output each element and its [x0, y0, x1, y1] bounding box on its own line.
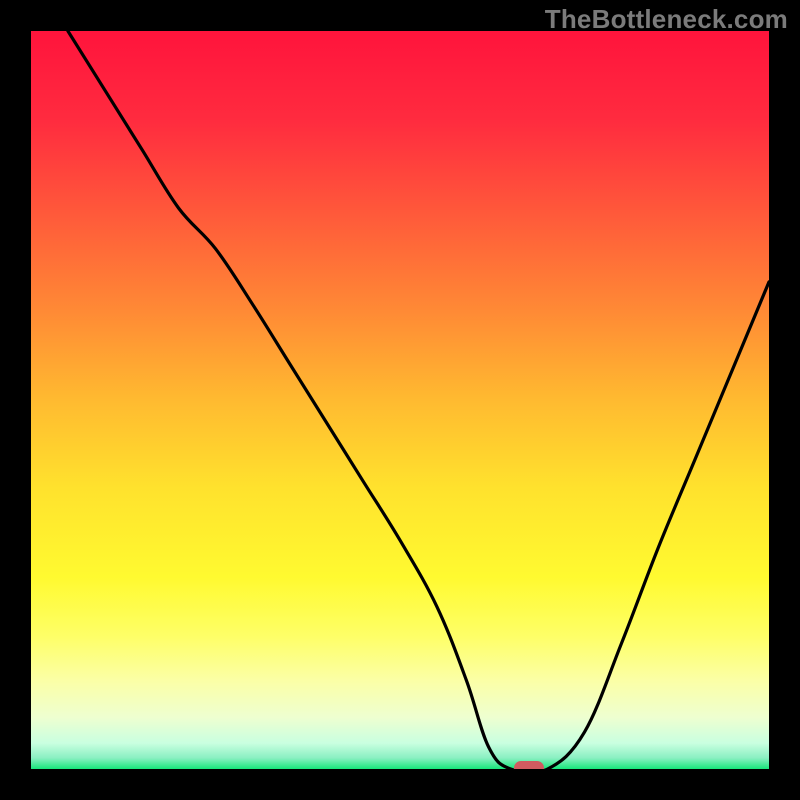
chart-frame: TheBottleneck.com	[0, 0, 800, 800]
plot-area	[31, 31, 769, 769]
bottleneck-curve	[31, 31, 769, 769]
optimal-point-marker	[514, 761, 544, 769]
